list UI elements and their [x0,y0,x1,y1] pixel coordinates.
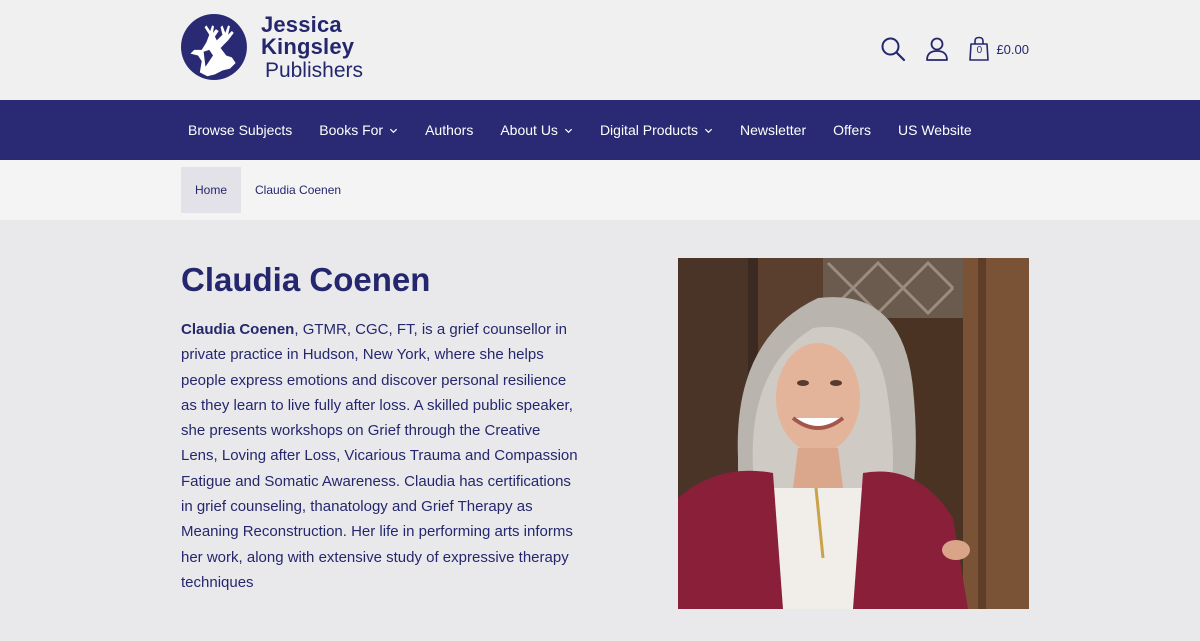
chevron-down-icon [390,128,398,133]
nav-item-label: Offers [833,122,871,138]
nav-item-label: Digital Products [599,122,698,138]
breadcrumb-home-link[interactable]: Home [181,167,241,213]
nav-item-label: Books For [319,122,384,138]
main-nav-items: Browse Subjects Books For Authors About … [188,100,999,160]
site-logo[interactable]: Jessica Kingsley Publishers [181,12,431,82]
chevron-down-icon [704,128,713,133]
site-header: Jessica Kingsley Publishers 0 £0.00 [0,0,1200,100]
nav-item-label: US Website [898,122,972,138]
logo-name-line1: Jessica Kingsley [260,11,355,59]
nav-item-us-website[interactable]: US Website [898,122,972,138]
nav-item-books-for[interactable]: Books For [319,122,398,138]
nav-item-about-us[interactable]: About Us [500,122,573,138]
author-bio-text: , GTMR, CGC, FT, is a grief counsellor i… [181,321,578,591]
breadcrumb: Home Claudia Coenen [0,160,1200,220]
author-photo [678,258,1029,609]
page-title: Claudia Coenen [181,261,431,298]
nav-item-offers[interactable]: Offers [833,122,871,138]
logo-name-line2: Publishers [264,58,363,82]
chevron-down-icon [564,128,573,133]
nav-item-label: About Us [500,122,558,138]
nav-item-digital-products[interactable]: Digital Products [600,122,713,138]
shopping-bag-icon: 0 [968,36,990,62]
main-nav: Browse Subjects Books For Authors About … [0,100,1200,160]
stag-logo-icon [181,14,247,80]
cart-count: 0 [976,45,983,56]
breadcrumb-current: Claudia Coenen [255,183,342,197]
nav-item-authors[interactable]: Authors [425,122,473,138]
account-icon[interactable] [924,36,950,62]
nav-item-label: Authors [425,122,474,138]
nav-item-label: Newsletter [739,122,807,138]
nav-item-newsletter[interactable]: Newsletter [740,122,806,138]
nav-item-browse-subjects[interactable]: Browse Subjects [188,122,292,138]
author-bio-name: Claudia Coenen [181,321,295,338]
nav-item-label: Browse Subjects [188,122,293,138]
cart-total: £0.00 [996,41,1029,57]
search-icon[interactable] [880,36,906,62]
cart-button[interactable]: 0 £0.00 [968,36,1029,62]
header-actions: 0 £0.00 [880,36,1029,62]
author-bio: Claudia Coenen, GTMR, CGC, FT, is a grie… [181,317,581,595]
logo-wordmark: Jessica Kingsley Publishers [260,11,431,82]
